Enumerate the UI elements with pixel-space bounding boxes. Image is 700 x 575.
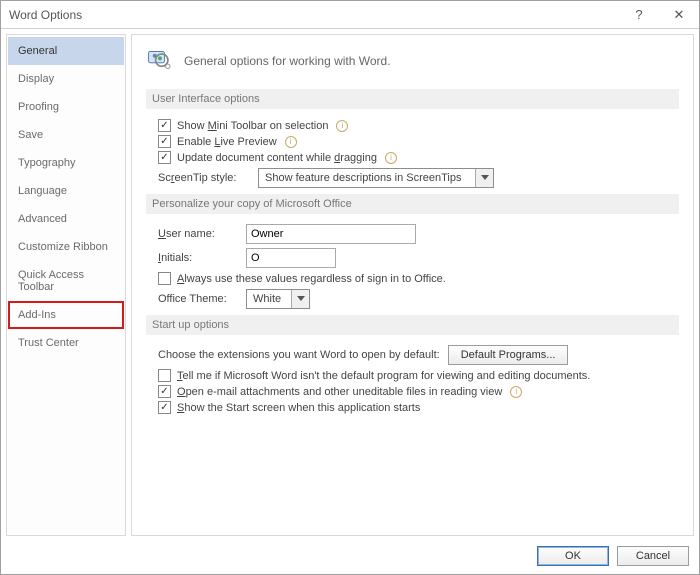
choose-extensions-label: Choose the extensions you want Word to o… (158, 349, 440, 361)
content-header-text: General options for working with Word. (184, 54, 391, 68)
titlebar: Word Options ? ✕ (1, 1, 699, 29)
sidebar-item-save[interactable]: Save (8, 121, 124, 149)
help-button[interactable]: ? (619, 1, 659, 29)
live-preview-checkbox[interactable]: ✓ (158, 135, 171, 148)
initials-row: Initials: (158, 248, 679, 268)
update-dragging-row: ✓ Update document content while dragging… (158, 151, 679, 164)
sidebar-item-general[interactable]: General (8, 37, 124, 65)
sidebar-item-trust-center[interactable]: Trust Center (8, 329, 124, 357)
content-panel: General options for working with Word. U… (131, 34, 694, 536)
sidebar-item-add-ins[interactable]: Add-Ins (8, 301, 124, 329)
chevron-down-icon (291, 290, 309, 308)
sidebar-item-customize-ribbon[interactable]: Customize Ribbon (8, 233, 124, 261)
word-options-dialog: Word Options ? ✕ GeneralDisplayProofingS… (0, 0, 700, 575)
tell-me-label: Tell me if Microsoft Word isn't the defa… (177, 370, 590, 382)
live-preview-row: ✓ Enable Live Preview i (158, 135, 679, 148)
section-startup-title: Start up options (146, 315, 679, 335)
initials-input[interactable] (246, 248, 336, 268)
update-dragging-label: Update document content while dragging (177, 152, 377, 164)
section-ui-title: User Interface options (146, 89, 679, 109)
always-use-checkbox[interactable] (158, 272, 171, 285)
screentip-row: ScreenTip style: Show feature descriptio… (158, 168, 679, 188)
default-programs-row: Choose the extensions you want Word to o… (158, 345, 679, 365)
info-icon[interactable]: i (385, 152, 397, 164)
live-preview-label: Enable Live Preview (177, 136, 277, 148)
initials-label: Initials: (158, 252, 238, 264)
username-label: User name: (158, 228, 238, 240)
sidebar-item-language[interactable]: Language (8, 177, 124, 205)
section-personalize-title: Personalize your copy of Microsoft Offic… (146, 194, 679, 214)
sidebar: GeneralDisplayProofingSaveTypographyLang… (6, 34, 126, 536)
content-header: General options for working with Word. (146, 47, 679, 75)
info-icon[interactable]: i (285, 136, 297, 148)
theme-label: Office Theme: (158, 293, 238, 305)
sidebar-item-typography[interactable]: Typography (8, 149, 124, 177)
dialog-footer: OK Cancel (1, 536, 699, 574)
always-use-row: Always use these values regardless of si… (158, 272, 679, 285)
sidebar-item-proofing[interactable]: Proofing (8, 93, 124, 121)
start-screen-label: Show the Start screen when this applicat… (177, 402, 420, 414)
chevron-down-icon (475, 169, 493, 187)
open-email-label: Open e-mail attachments and other unedit… (177, 386, 502, 398)
mini-toolbar-row: ✓ Show Mini Toolbar on selection i (158, 119, 679, 132)
open-email-checkbox[interactable]: ✓ (158, 385, 171, 398)
screentip-select[interactable]: Show feature descriptions in ScreenTips (258, 168, 494, 188)
tell-me-checkbox[interactable] (158, 369, 171, 382)
general-options-icon (146, 47, 174, 75)
info-icon[interactable]: i (510, 386, 522, 398)
theme-select[interactable]: White (246, 289, 310, 309)
window-title: Word Options (9, 8, 619, 22)
mini-toolbar-label: Show Mini Toolbar on selection (177, 120, 328, 132)
start-screen-checkbox[interactable]: ✓ (158, 401, 171, 414)
close-button[interactable]: ✕ (659, 1, 699, 29)
dialog-body: GeneralDisplayProofingSaveTypographyLang… (1, 29, 699, 536)
tell-me-row: Tell me if Microsoft Word isn't the defa… (158, 369, 679, 382)
sidebar-item-display[interactable]: Display (8, 65, 124, 93)
sidebar-item-quick-access-toolbar[interactable]: Quick Access Toolbar (8, 261, 124, 301)
always-use-label: Always use these values regardless of si… (177, 273, 446, 285)
screentip-label: ScreenTip style: (158, 172, 250, 184)
cancel-button[interactable]: Cancel (617, 546, 689, 566)
theme-row: Office Theme: White (158, 289, 679, 309)
open-email-row: ✓ Open e-mail attachments and other uned… (158, 385, 679, 398)
ok-button[interactable]: OK (537, 546, 609, 566)
mini-toolbar-checkbox[interactable]: ✓ (158, 119, 171, 132)
username-input[interactable] (246, 224, 416, 244)
default-programs-button[interactable]: Default Programs... (448, 345, 569, 365)
username-row: User name: (158, 224, 679, 244)
info-icon[interactable]: i (336, 120, 348, 132)
sidebar-item-advanced[interactable]: Advanced (8, 205, 124, 233)
start-screen-row: ✓ Show the Start screen when this applic… (158, 401, 679, 414)
update-dragging-checkbox[interactable]: ✓ (158, 151, 171, 164)
